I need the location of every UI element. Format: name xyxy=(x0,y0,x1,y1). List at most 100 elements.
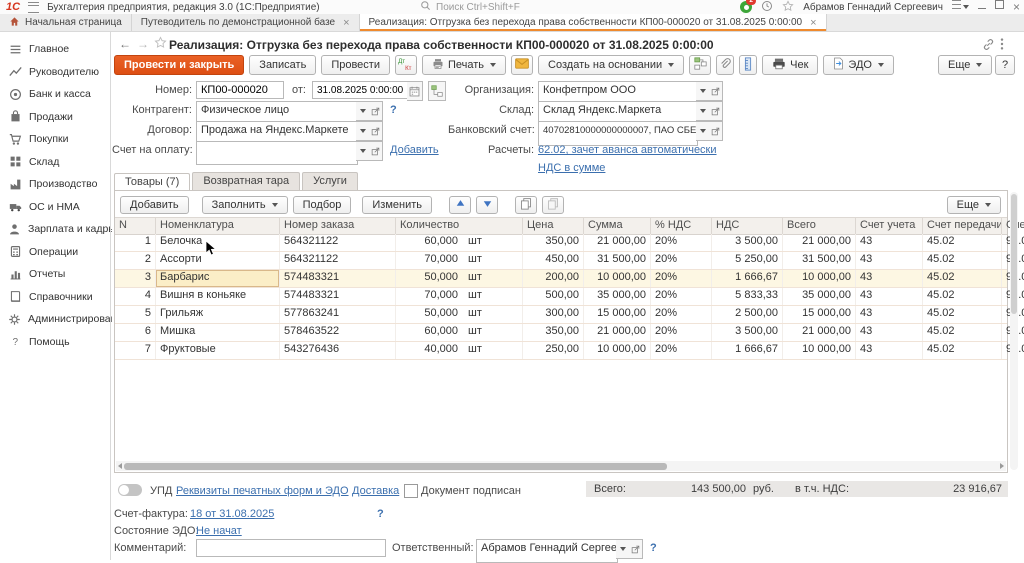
move-up-button[interactable] xyxy=(449,196,471,214)
responsible-help[interactable]: ? xyxy=(650,542,657,554)
calendar-button[interactable] xyxy=(407,81,423,101)
get-link-icon[interactable] xyxy=(982,38,995,54)
table-row[interactable]: 2Ассорти56432112270,000шт450,0031 500,00… xyxy=(115,252,1007,270)
payment-invoice-field[interactable] xyxy=(196,141,358,165)
invoice-facture-link[interactable]: 18 от 31.08.2025 xyxy=(190,508,274,520)
window-tab-0[interactable]: Начальная страница xyxy=(0,14,132,31)
paste-rows-button[interactable] xyxy=(542,196,564,214)
column-header-9[interactable]: Счет учета xyxy=(856,218,923,234)
payment-invoice-open-icon[interactable] xyxy=(369,141,383,161)
comment-input[interactable] xyxy=(196,539,386,557)
bank-account-field[interactable]: 40702810000000000007, ПАО СБЕРБАНК xyxy=(538,121,698,146)
table-row[interactable]: 4Вишня в коньяке57448332170,000шт500,003… xyxy=(115,288,1007,306)
column-header-3[interactable]: Количество xyxy=(396,218,523,234)
tab-close-icon[interactable]: × xyxy=(343,17,349,29)
post-button[interactable]: Провести xyxy=(321,55,390,75)
email-button[interactable] xyxy=(511,55,533,75)
related-documents-button[interactable] xyxy=(689,55,711,75)
add-row-button[interactable]: Добавить xyxy=(120,196,189,214)
column-header-10[interactable]: Счет передачи xyxy=(923,218,1002,234)
table-row[interactable]: 1Белочка56432112260,000шт350,0021 000,00… xyxy=(115,234,1007,252)
table-row[interactable]: 6Мишка57846352260,000шт350,0021 000,0020… xyxy=(115,324,1007,342)
edo-button[interactable]: ЭДО xyxy=(823,55,894,75)
favorite-star-icon[interactable] xyxy=(154,36,167,52)
settlements-link[interactable]: 62.02, зачет аванса автоматически xyxy=(538,144,717,156)
post-and-close-button[interactable]: Провести и закрыть xyxy=(114,55,244,75)
history-icon[interactable] xyxy=(761,0,773,15)
sidebar-item-salary[interactable]: Зарплата и кадры xyxy=(8,220,112,238)
edo-state-link[interactable]: Не начат xyxy=(196,525,242,537)
responsible-field[interactable]: Абрамов Геннадий Сергеевич xyxy=(476,539,618,563)
vertical-scroll-thumb[interactable] xyxy=(1011,194,1017,314)
main-menu-icon[interactable] xyxy=(28,2,39,13)
sidebar-item-sales[interactable]: Продажи xyxy=(8,108,112,126)
scroll-left-icon[interactable] xyxy=(118,463,122,469)
column-header-0[interactable]: N xyxy=(115,218,156,234)
scroll-right-icon[interactable] xyxy=(1000,463,1004,469)
document-structure-button[interactable] xyxy=(428,81,446,101)
edit-button[interactable]: Изменить xyxy=(362,196,432,214)
sidebar-item-admin[interactable]: Администрирование xyxy=(8,310,112,328)
sidebar-item-trend[interactable]: Руководителю xyxy=(8,63,112,81)
bank-account-open-icon[interactable] xyxy=(709,121,723,141)
show-postings-button[interactable]: ДтКт xyxy=(395,55,417,75)
warehouse-dropdown-icon[interactable] xyxy=(696,101,710,121)
reports-panel-button[interactable] xyxy=(739,55,757,75)
tab-close-icon[interactable]: × xyxy=(810,17,816,29)
items-tab-1[interactable]: Возвратная тара xyxy=(192,172,300,191)
column-header-6[interactable]: % НДС xyxy=(651,218,712,234)
forward-arrow-icon[interactable]: → xyxy=(137,37,149,51)
contract-open-icon[interactable] xyxy=(369,121,383,141)
sidebar-item-operations[interactable]: Операции xyxy=(8,243,112,261)
sidebar-item-handbooks[interactable]: Справочники xyxy=(8,288,112,306)
column-header-5[interactable]: Сумма xyxy=(584,218,651,234)
close-icon[interactable]: × xyxy=(1013,0,1020,14)
column-header-2[interactable]: Номер заказа xyxy=(280,218,396,234)
date-input[interactable] xyxy=(312,81,408,99)
move-down-button[interactable] xyxy=(476,196,498,214)
items-more-button[interactable]: Еще xyxy=(947,196,1001,214)
service-menu-icon[interactable] xyxy=(952,0,969,14)
table-row[interactable]: 7Фруктовые54327643640,000шт250,0010 000,… xyxy=(115,342,1007,360)
organization-open-icon[interactable] xyxy=(709,81,723,101)
back-arrow-icon[interactable]: ← xyxy=(119,37,131,51)
column-header-4[interactable]: Цена xyxy=(523,218,584,234)
delivery-link[interactable]: Доставка xyxy=(352,485,399,497)
current-user[interactable]: Абрамов Геннадий Сергеевич xyxy=(803,2,943,13)
minimize-icon[interactable] xyxy=(978,0,986,14)
attachments-button[interactable] xyxy=(716,55,734,75)
invoice-facture-help[interactable]: ? xyxy=(377,508,384,520)
table-row[interactable]: 3Барбарис57448332150,000шт200,0010 000,0… xyxy=(115,270,1007,288)
print-forms-requisites-link[interactable]: Реквизиты печатных форм и ЭДО xyxy=(176,485,349,497)
sidebar-item-menu[interactable]: Главное xyxy=(8,40,112,58)
favorites-star-icon[interactable] xyxy=(782,0,794,15)
warehouse-open-icon[interactable] xyxy=(709,101,723,121)
copy-rows-button[interactable] xyxy=(515,196,537,214)
horizontal-scrollbar[interactable] xyxy=(116,461,1006,471)
maximize-icon[interactable] xyxy=(995,0,1004,14)
create-based-on-button[interactable]: Создать на основании xyxy=(538,55,684,75)
contract-dropdown-icon[interactable] xyxy=(356,121,370,141)
sidebar-item-reports[interactable]: Отчеты xyxy=(8,265,112,283)
notifications-icon[interactable]: 2 xyxy=(740,1,752,13)
responsible-dropdown-icon[interactable] xyxy=(616,539,630,559)
document-signed-checkbox[interactable] xyxy=(404,484,418,498)
receipt-button[interactable]: Чек xyxy=(762,55,818,75)
print-button[interactable]: Печать xyxy=(422,55,506,75)
sidebar-item-bank[interactable]: Банк и касса xyxy=(8,85,112,103)
more-kebab-icon[interactable] xyxy=(1000,37,1004,54)
payment-invoice-dropdown-icon[interactable] xyxy=(356,141,370,161)
sidebar-item-production[interactable]: Производство xyxy=(8,175,112,193)
more-button[interactable]: Еще xyxy=(938,55,992,75)
add-invoice-link[interactable]: Добавить xyxy=(390,144,439,156)
vat-in-sum-link[interactable]: НДС в сумме xyxy=(538,162,605,174)
counterparty-open-icon[interactable] xyxy=(369,101,383,121)
save-button[interactable]: Записать xyxy=(249,55,316,75)
global-search[interactable]: Поиск Ctrl+Shift+F xyxy=(420,0,520,14)
column-header-8[interactable]: Всего xyxy=(783,218,856,234)
counterparty-help[interactable]: ? xyxy=(390,104,397,116)
sidebar-item-os[interactable]: ОС и НМА xyxy=(8,198,112,216)
organization-dropdown-icon[interactable] xyxy=(696,81,710,101)
number-input[interactable] xyxy=(196,81,284,99)
vertical-scrollbar[interactable] xyxy=(1010,192,1018,470)
